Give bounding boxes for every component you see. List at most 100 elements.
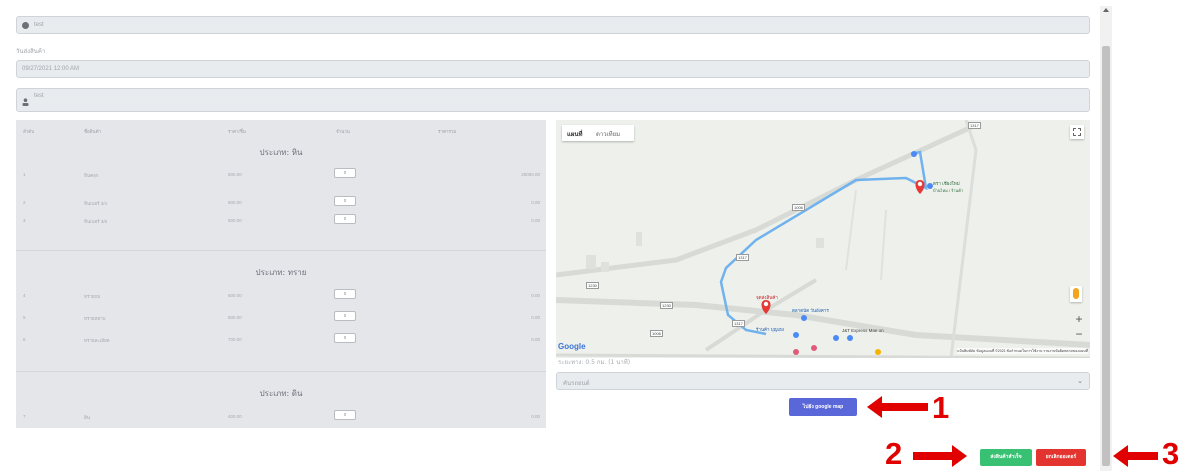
row-total: 0.00 xyxy=(531,315,540,320)
chevron-down-icon: ⌄ xyxy=(1077,378,1083,385)
row-name: หินเบอร์ 3/8 xyxy=(84,219,108,224)
vehicle-select-value: คันรถยนต์ xyxy=(563,381,590,387)
row-no: 6 xyxy=(23,337,26,342)
marker-a-icon xyxy=(915,180,925,194)
product-table: ลำดับ ชื่อสินค้า ราคา/ชิ้น จำนวน ราคารวม… xyxy=(16,120,546,428)
user-icon xyxy=(22,98,29,106)
qty-input[interactable]: 0 xyxy=(334,168,356,178)
col-header-no: ลำดับ xyxy=(23,129,35,134)
qty-input[interactable]: 0 xyxy=(334,311,356,321)
row-price: 700.00 xyxy=(228,337,242,342)
road-shield: 1006 xyxy=(792,204,805,211)
qty-input[interactable]: 0 xyxy=(334,214,356,224)
google-logo: Google xyxy=(558,342,586,351)
info-icon xyxy=(22,22,29,29)
row-price: 500.00 xyxy=(228,172,242,177)
section-title: ประเภท: ทราย xyxy=(255,268,307,277)
name-field[interactable]: test xyxy=(16,16,1090,34)
user-field[interactable]: test xyxy=(16,88,1090,112)
road-shield: 1230 xyxy=(660,302,673,309)
row-name: ทรายหยาบ xyxy=(84,316,106,321)
scroll-thumb[interactable] xyxy=(1102,46,1110,466)
tab-satellite[interactable]: ดาวเทียม xyxy=(596,129,620,139)
col-header-price: ราคา/ชิ้น xyxy=(228,129,246,134)
road-shield: 1317 xyxy=(736,254,749,261)
distance-text: ระยะทาง: 0.5 กม. (1 นาที) xyxy=(558,359,631,366)
row-no: 1 xyxy=(23,172,26,177)
section-divider xyxy=(16,250,546,251)
row-total: 0.00 xyxy=(531,200,540,205)
row-total: 25000.00 xyxy=(521,172,540,177)
zoom-out-button[interactable]: − xyxy=(1072,328,1086,342)
fullscreen-button[interactable] xyxy=(1070,125,1084,139)
cancel-order-button[interactable]: ยกเลิกออเดอร์ xyxy=(1036,449,1086,466)
marker-b-label: จุดส่งสินค้า xyxy=(756,295,778,300)
vehicle-select[interactable]: คันรถยนต์ ⌄ xyxy=(556,372,1090,390)
place-label: J&T Express Mae on xyxy=(842,328,884,333)
road-shield: 1317 xyxy=(732,320,745,327)
table-row: 6 ทรายละเอียด 700.00 0 0.00 xyxy=(16,332,546,348)
row-total: 0.00 xyxy=(531,218,540,223)
date-field[interactable]: 09/27/2021 12:00 AM xyxy=(16,60,1090,78)
open-google-map-button[interactable]: ไปยัง google map xyxy=(789,398,857,416)
row-no: 4 xyxy=(23,293,26,298)
row-price: 400.00 xyxy=(228,414,242,419)
scroll-up-arrow[interactable] xyxy=(1103,8,1109,12)
row-price: 500.00 xyxy=(228,218,242,223)
col-header-total: ราคารวม xyxy=(438,129,457,134)
annotation-number: 3 xyxy=(1162,436,1180,471)
row-no: 5 xyxy=(23,315,26,320)
marker-a-sublabel: บ้านไหม / ร้านค้า xyxy=(933,188,964,193)
row-price: 500.00 xyxy=(228,315,242,320)
row-total: 0.00 xyxy=(531,293,540,298)
row-price: 600.00 xyxy=(228,293,242,298)
annotation-number: 2 xyxy=(885,436,903,471)
section-title: ประเภท: ดิน xyxy=(259,389,303,398)
road-shield: 1317 xyxy=(968,122,981,129)
row-name: ทรายละเอียด xyxy=(84,338,110,343)
qty-input[interactable]: 0 xyxy=(334,196,356,206)
row-name: หินคลุก xyxy=(84,173,99,178)
date-label: วันส่งสินค้า xyxy=(16,49,46,55)
arrow-left-icon xyxy=(867,396,928,418)
fullscreen-icon xyxy=(1073,128,1081,136)
qty-input[interactable]: 0 xyxy=(334,289,356,299)
row-price: 600.00 xyxy=(228,200,242,205)
marker-a-label: ตรา เชียงใหม่ xyxy=(933,181,960,186)
road-shield: 1006 xyxy=(650,330,663,337)
section-divider xyxy=(16,371,546,372)
map-canvas xyxy=(556,120,1090,358)
row-no: 3 xyxy=(23,218,26,223)
tab-map[interactable]: แผนที่ xyxy=(567,129,582,139)
zoom-in-button[interactable]: + xyxy=(1072,312,1086,326)
section-title: ประเภท: หิน xyxy=(259,148,303,157)
user-placeholder: test xyxy=(34,93,44,99)
table-row: 7 ดิน 400.00 0 0.00 xyxy=(16,409,546,425)
map-attribution: แป้นพิมพ์ลัด ข้อมูลแผนที่ ©2021 ข้อกำหนด… xyxy=(957,348,1088,354)
row-total: 0.00 xyxy=(531,414,540,419)
qty-input[interactable]: 0 xyxy=(334,410,356,420)
row-total: 0.00 xyxy=(531,337,540,342)
qty-input[interactable]: 0 xyxy=(334,333,356,343)
table-row: 4 ทรายถม 600.00 0 0.00 xyxy=(16,288,546,304)
row-name: ดิน xyxy=(84,415,90,420)
table-row: 2 หินเบอร์ 3/4 600.00 0 0.00 xyxy=(16,195,546,211)
row-no: 7 xyxy=(23,414,26,419)
col-header-qty: จำนวน xyxy=(336,129,350,134)
annotation-number: 1 xyxy=(932,390,950,425)
route-map[interactable]: แผนที่ ดาวเทียม ตรา เชียงใหม่ บ้านไหม / … xyxy=(556,120,1090,358)
confirm-delivery-button[interactable]: ส่งสินค้าสำเร็จ xyxy=(980,449,1032,466)
date-value: 09/27/2021 12:00 AM xyxy=(22,66,80,72)
scrollbar[interactable] xyxy=(1100,6,1112,471)
road-shield: 1230 xyxy=(586,282,599,289)
place-label: ตลาดนัด วันอังคาร xyxy=(792,308,829,313)
col-header-name: ชื่อสินค้า xyxy=(84,129,102,134)
row-name: หินเบอร์ 3/4 xyxy=(84,201,108,206)
map-type-tabs: แผนที่ ดาวเทียม xyxy=(562,125,634,141)
street-view-pegman[interactable] xyxy=(1070,286,1082,302)
table-row: 5 ทรายหยาบ 500.00 0 0.00 xyxy=(16,310,546,326)
table-row: 3 หินเบอร์ 3/8 500.00 0 0.00 xyxy=(16,213,546,229)
arrow-left-icon xyxy=(1113,445,1158,467)
arrow-right-icon xyxy=(913,445,967,467)
row-name: ทรายถม xyxy=(84,294,101,299)
